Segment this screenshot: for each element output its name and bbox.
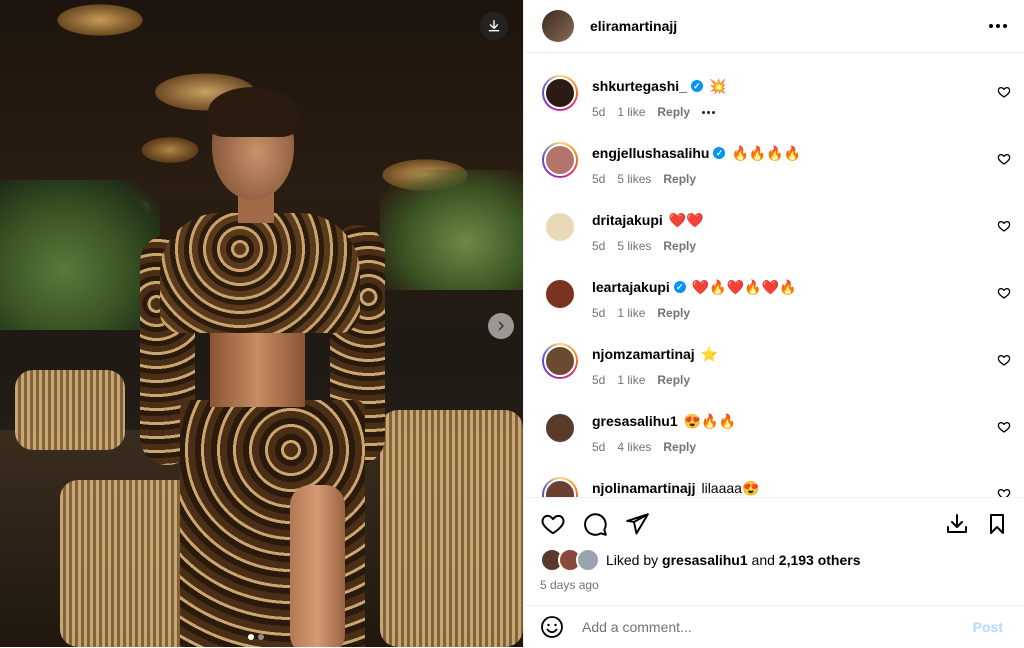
action-bar: Liked by gresasalihu1 and 2,193 others 5… <box>524 497 1024 606</box>
add-comment-bar: Post <box>524 605 1024 648</box>
comment-item: shkurtegashi_ ✓ 💥 5d 1 like Reply <box>542 75 1017 119</box>
commenter-avatar[interactable] <box>542 276 578 312</box>
comment-like-heart-icon[interactable] <box>997 219 1011 233</box>
comment-text: 💥 <box>708 77 727 94</box>
commenter-username[interactable]: leartajakupi <box>592 279 670 295</box>
comment-item: njolinamartinajj lilaaaa😍 <box>542 477 1017 497</box>
verified-badge-icon: ✓ <box>713 147 726 159</box>
commenter-avatar[interactable] <box>542 75 578 111</box>
comment-text: 😍🔥🔥 <box>683 412 736 429</box>
comment-time[interactable]: 5d <box>592 306 605 320</box>
reply-button[interactable]: Reply <box>663 440 696 454</box>
comment-like-heart-icon[interactable] <box>997 420 1011 434</box>
author-avatar[interactable] <box>542 10 574 42</box>
liked-by-others-link[interactable]: 2,193 others <box>779 552 861 568</box>
liked-by-and: and <box>751 552 775 568</box>
commenter-avatar[interactable] <box>542 343 578 379</box>
comment-likes[interactable]: 1 like <box>617 105 645 119</box>
comment-text: lilaaaa😍 <box>701 479 760 496</box>
comment-text: 🔥🔥🔥🔥 <box>731 144 802 161</box>
carousel-dot <box>258 634 264 640</box>
commenter-avatar[interactable] <box>542 142 578 178</box>
carousel-dot <box>248 634 254 640</box>
comment-time[interactable]: 5d <box>592 105 605 119</box>
heart-icon[interactable] <box>540 511 566 537</box>
comment-item: engjellushasalihu ✓ 🔥🔥🔥🔥 5d 5 likes Reply <box>542 142 1017 186</box>
post-side-panel: eliramartinajj shkurtegashi_ ✓ 💥 5d 1 like Re… <box>523 0 1024 647</box>
comment-likes[interactable]: 1 like <box>617 373 645 387</box>
comment-item: dritajakupi ❤️❤️ 5d 5 likes Reply <box>542 209 1017 253</box>
download-button[interactable] <box>480 12 508 40</box>
liked-by-prefix: Liked by <box>606 552 659 568</box>
comment-like-heart-icon[interactable] <box>997 353 1011 367</box>
reply-button[interactable]: Reply <box>663 239 696 253</box>
liked-by-row: Liked by gresasalihu1 and 2,193 others <box>524 548 1024 572</box>
verified-badge-icon: ✓ <box>673 281 686 293</box>
comment-time[interactable]: 5d <box>592 440 605 454</box>
comment-input[interactable] <box>580 618 967 636</box>
commenter-avatar[interactable] <box>542 410 578 446</box>
post-comment-button[interactable]: Post <box>967 618 1009 636</box>
comment-time[interactable]: 5d <box>592 373 605 387</box>
bookmark-icon[interactable] <box>985 512 1009 536</box>
comment-options-icon[interactable] <box>702 110 716 114</box>
comment-likes[interactable]: 1 like <box>617 306 645 320</box>
comment-text: ⭐ <box>700 345 719 362</box>
photo-background-trees <box>380 170 523 290</box>
comment-like-heart-icon[interactable] <box>997 152 1011 166</box>
verified-badge-icon: ✓ <box>690 80 703 92</box>
comment-icon[interactable] <box>582 511 608 537</box>
chevron-right-icon <box>498 321 504 331</box>
comment-item: njomzamartinaj ⭐ 5d 1 like Reply <box>542 343 1017 387</box>
download-tray-icon[interactable] <box>945 512 969 536</box>
commenter-username[interactable]: dritajakupi <box>592 212 663 228</box>
commenter-avatar[interactable] <box>542 209 578 245</box>
reply-button[interactable]: Reply <box>657 373 690 387</box>
commenter-username[interactable]: shkurtegashi_ <box>592 78 687 94</box>
comment-time[interactable]: 5d <box>592 172 605 186</box>
comment-likes[interactable]: 5 likes <box>617 239 651 253</box>
commenter-username[interactable]: njolinamartinajj <box>592 480 695 496</box>
photo-chair <box>15 370 125 450</box>
commenter-username[interactable]: gresasalihu1 <box>592 413 678 429</box>
post-photo[interactable] <box>0 0 523 647</box>
reply-button[interactable]: Reply <box>663 172 696 186</box>
reply-button[interactable]: Reply <box>657 105 690 119</box>
comment-like-heart-icon[interactable] <box>997 487 1011 497</box>
comment-item: gresasalihu1 😍🔥🔥 5d 4 likes Reply <box>542 410 1017 454</box>
more-options-button[interactable] <box>989 24 1007 28</box>
comment-text: ❤️🔥❤️🔥❤️🔥 <box>691 278 797 295</box>
comment-text: ❤️❤️ <box>668 211 704 228</box>
reply-button[interactable]: Reply <box>657 306 690 320</box>
liked-by-avatars <box>540 548 600 572</box>
emoji-icon[interactable] <box>540 615 564 639</box>
comment-time[interactable]: 5d <box>592 239 605 253</box>
comment-likes[interactable]: 5 likes <box>617 172 651 186</box>
comment-likes[interactable]: 4 likes <box>617 440 651 454</box>
photo-chair <box>380 410 523 647</box>
send-icon[interactable] <box>624 511 650 537</box>
carousel-indicator <box>248 634 264 640</box>
comment-like-heart-icon[interactable] <box>997 286 1011 300</box>
post-header: eliramartinajj <box>524 0 1024 53</box>
commenter-username[interactable]: njomzamartinaj <box>592 346 695 362</box>
download-icon <box>488 20 500 32</box>
commenter-username[interactable]: engjellushasalihu <box>592 145 709 161</box>
comment-item: leartajakupi ✓ ❤️🔥❤️🔥❤️🔥 5d 1 like Reply <box>542 276 1017 320</box>
comments-list[interactable]: shkurtegashi_ ✓ 💥 5d 1 like Reply engjellushas… <box>524 53 1024 497</box>
liked-by-user-link[interactable]: gresasalihu1 <box>662 552 748 568</box>
more-horizontal-icon <box>989 24 993 28</box>
author-username[interactable]: eliramartinajj <box>590 18 677 34</box>
avatar <box>576 548 600 572</box>
comment-like-heart-icon[interactable] <box>997 85 1011 99</box>
post-timestamp[interactable]: 5 days ago <box>524 578 1024 592</box>
carousel-next-button[interactable] <box>488 313 514 339</box>
photo-subject <box>140 87 385 647</box>
commenter-avatar[interactable] <box>542 477 578 497</box>
photo-background-trees <box>0 180 160 330</box>
